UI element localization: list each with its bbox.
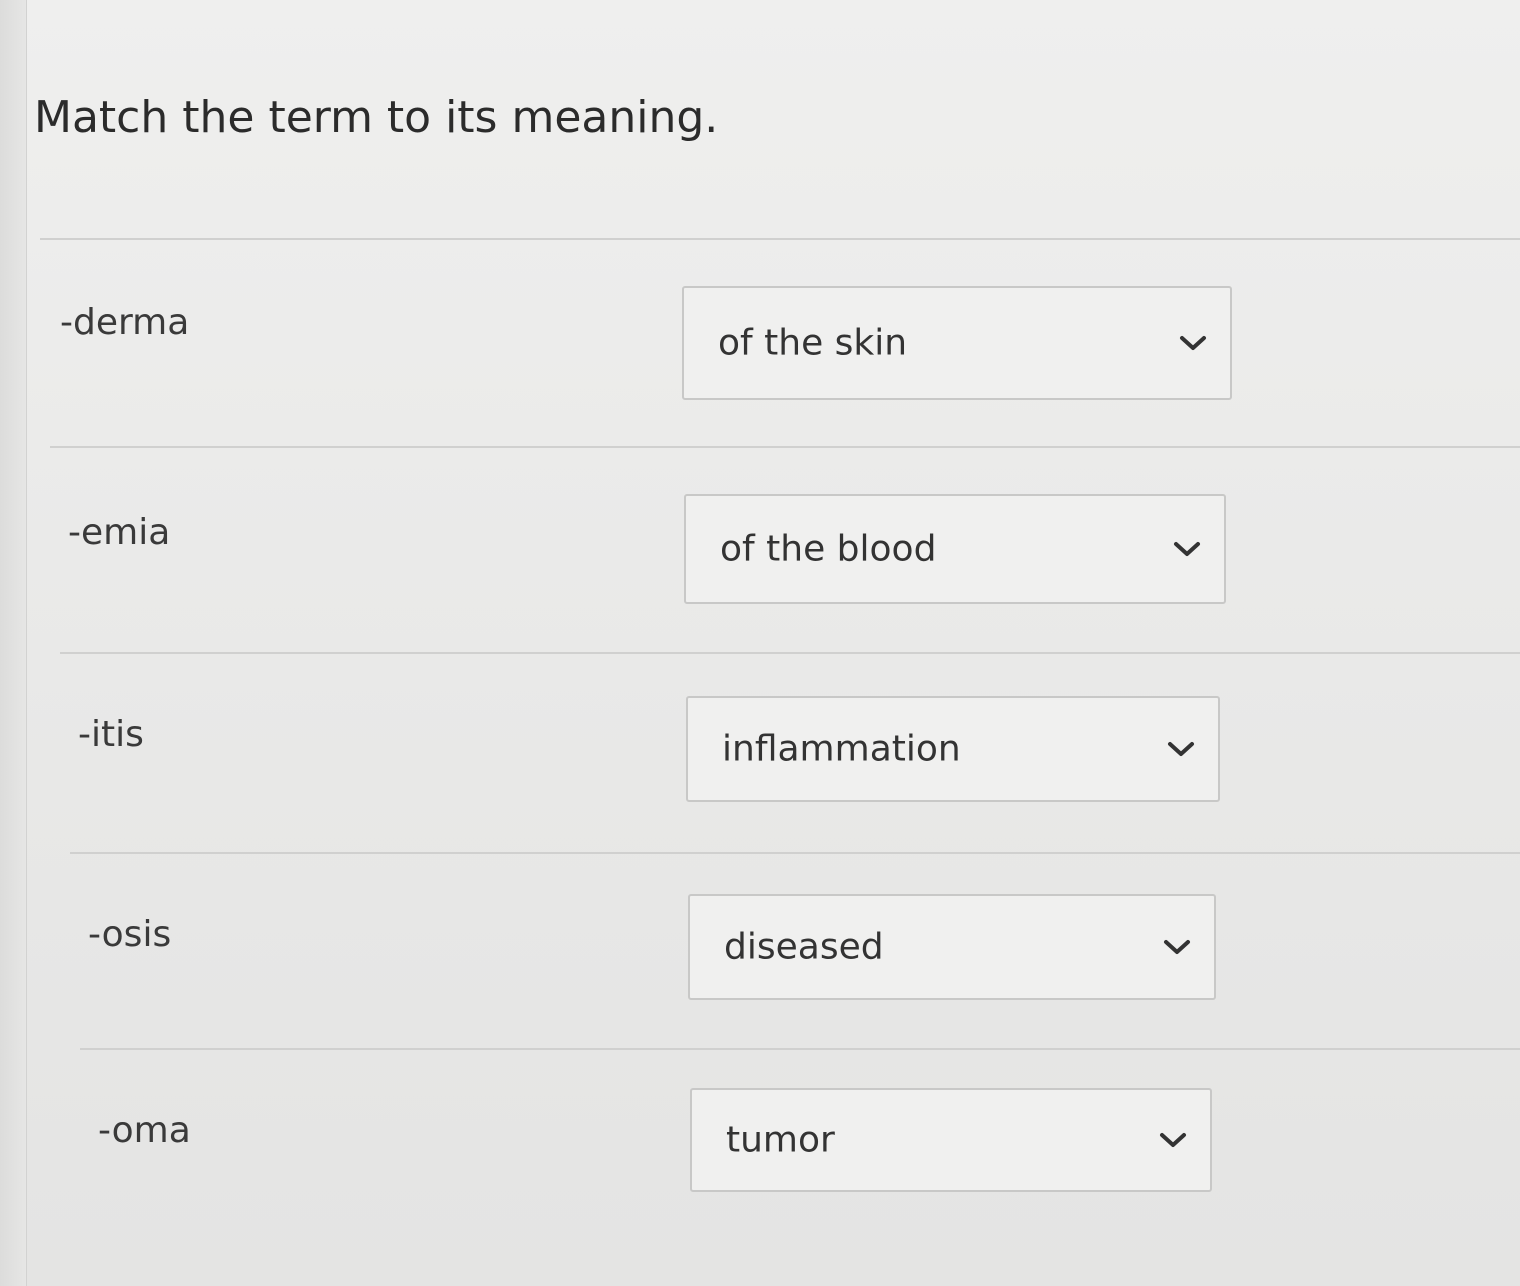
meaning-select-value: tumor: [726, 1119, 835, 1161]
term-label: -oma: [98, 1110, 191, 1151]
row-divider: [50, 446, 1520, 448]
row-divider: [60, 652, 1520, 654]
meaning-select[interactable]: of the blood: [684, 494, 1226, 604]
meaning-select-value: of the skin: [718, 322, 908, 364]
term-label: -derma: [60, 302, 190, 343]
chevron-down-icon: [1160, 1133, 1186, 1147]
term-label: -osis: [88, 914, 172, 955]
left-edge: [0, 0, 27, 1286]
chevron-down-icon: [1168, 742, 1194, 756]
chevron-down-icon: [1174, 542, 1200, 556]
row-divider: [70, 852, 1520, 854]
meaning-select[interactable]: tumor: [690, 1088, 1212, 1192]
meaning-select-value: inflammation: [722, 728, 961, 770]
row-divider: [40, 238, 1520, 240]
chevron-down-icon: [1164, 940, 1190, 954]
question-title: Match the term to its meaning.: [34, 92, 719, 143]
term-label: -emia: [68, 512, 171, 553]
quiz-page: Match the term to its meaning. -derma of…: [0, 0, 1520, 1286]
meaning-select-value: of the blood: [720, 528, 937, 570]
term-label: -itis: [78, 714, 144, 755]
meaning-select[interactable]: of the skin: [682, 286, 1232, 400]
meaning-select[interactable]: inflammation: [686, 696, 1220, 802]
chevron-down-icon: [1180, 336, 1206, 350]
row-divider: [80, 1048, 1520, 1050]
meaning-select-value: diseased: [724, 926, 884, 968]
meaning-select[interactable]: diseased: [688, 894, 1216, 1000]
